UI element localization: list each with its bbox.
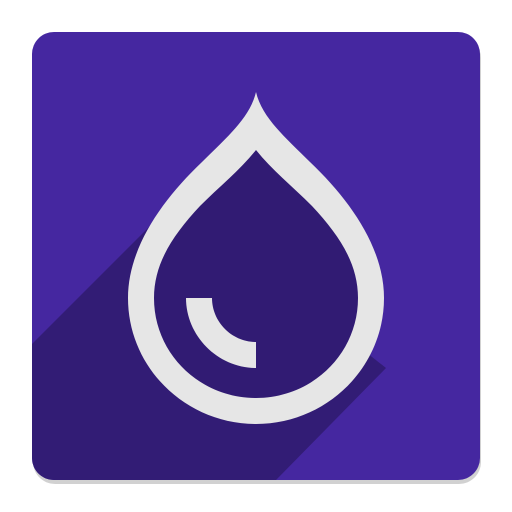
canvas <box>0 0 512 512</box>
water-drop-app-icon[interactable] <box>0 0 512 512</box>
